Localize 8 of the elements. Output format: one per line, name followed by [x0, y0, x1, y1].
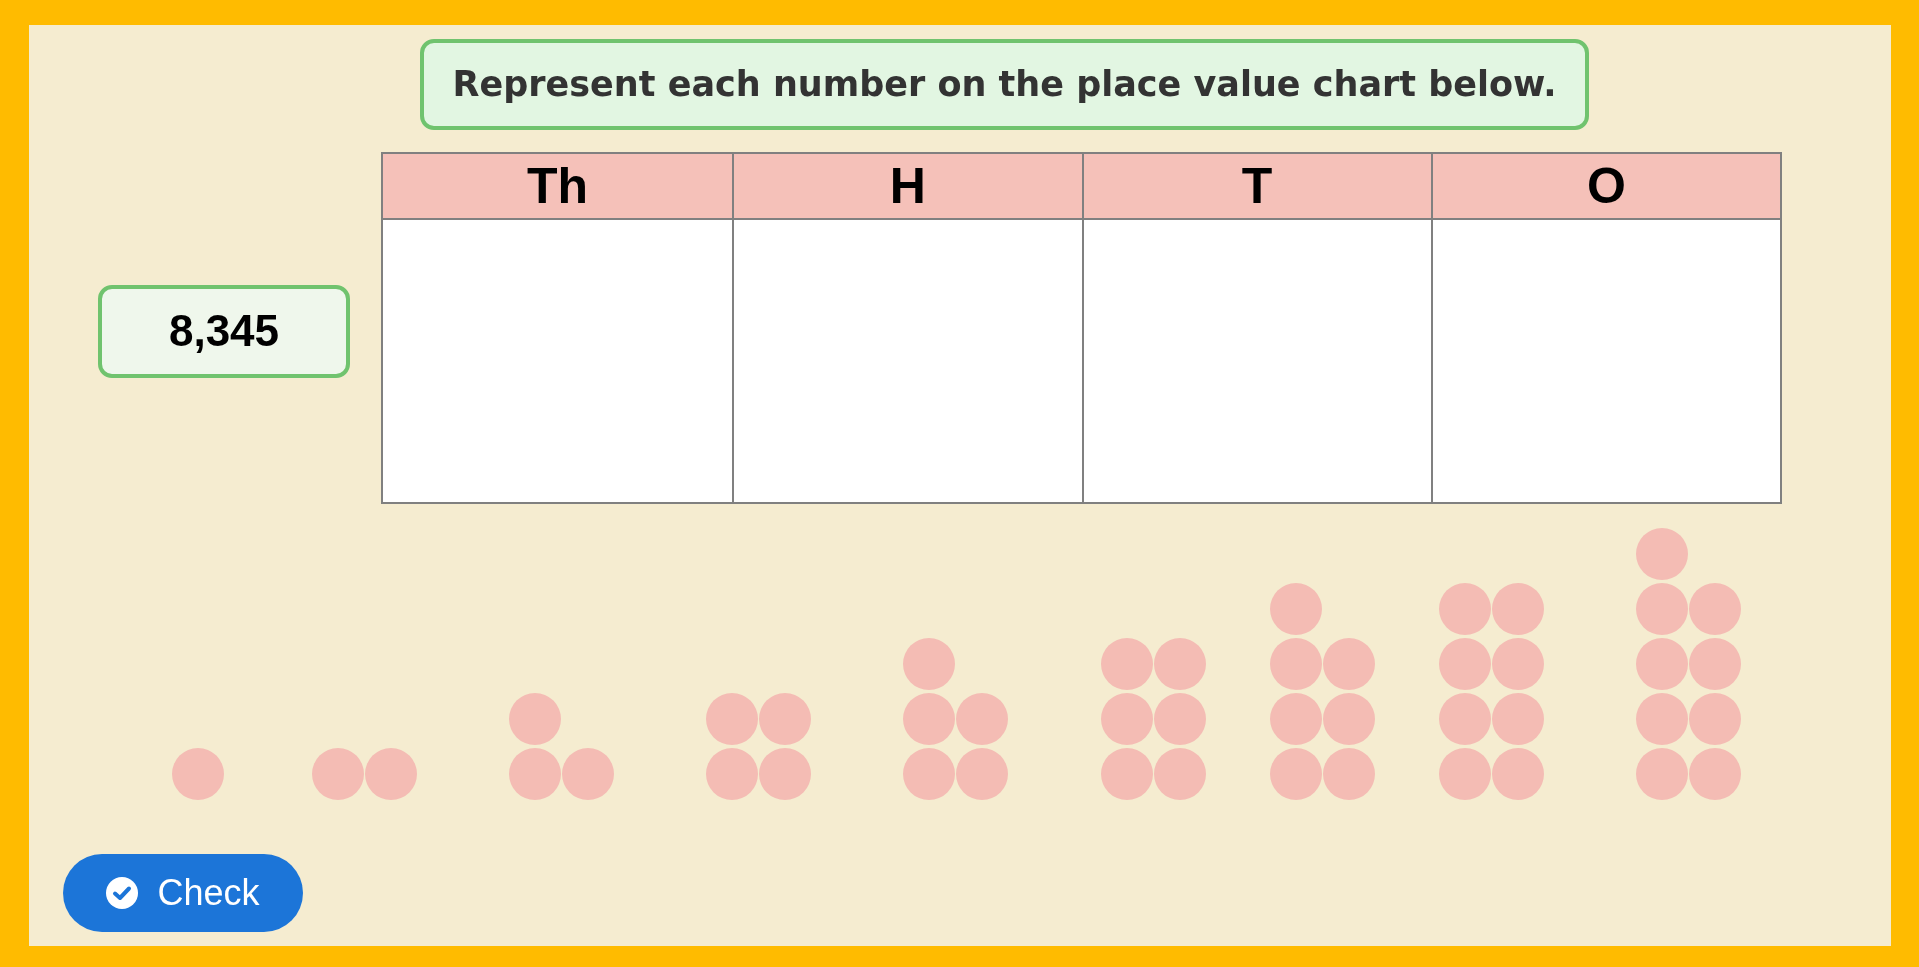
column-header: Th [383, 154, 733, 220]
instruction-banner: Represent each number on the place value chart below. [420, 39, 1589, 130]
column-header: H [732, 154, 1082, 220]
column-header: T [1081, 154, 1431, 220]
number-card: 8,345 [98, 284, 350, 378]
check-button[interactable]: Check [63, 854, 303, 932]
check-circle-icon [106, 877, 139, 909]
column-header: O [1430, 154, 1780, 220]
